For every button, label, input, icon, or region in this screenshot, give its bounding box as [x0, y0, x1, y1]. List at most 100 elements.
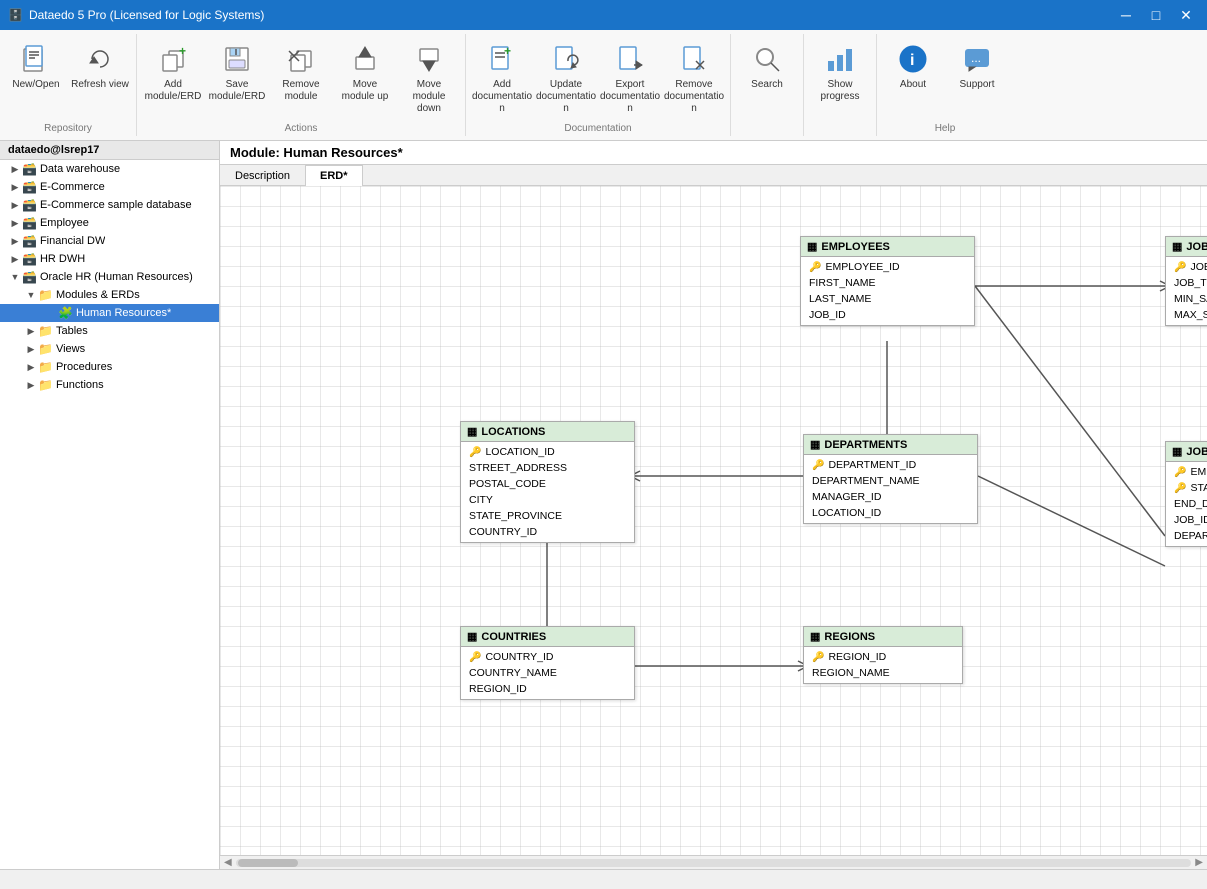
main-layout: dataedo@lsrep17 ▶ 🗃️ Data warehouse ▶ 🗃️…: [0, 141, 1207, 869]
move-down-button[interactable]: Move module down: [397, 36, 461, 120]
window-controls[interactable]: ─ □ ✕: [1113, 5, 1199, 25]
svg-text:i: i: [910, 52, 914, 69]
tabs: Description ERD*: [220, 165, 1207, 186]
tree-toggle-data-warehouse: ▶: [8, 162, 22, 176]
section-label-search: [731, 133, 803, 136]
section-label-help: Help: [877, 122, 1013, 136]
module-title: Module: Human Resources*: [220, 141, 1207, 165]
erd-field: END_DATE: [1166, 496, 1207, 512]
erd-connections: [220, 186, 1207, 855]
erd-table-locations[interactable]: ▦ LOCATIONS 🔑 LOCATION_ID STREET_ADDRESS…: [460, 421, 635, 543]
svg-text:+: +: [179, 44, 186, 58]
erd-table-header-job-history: ▦ JOB_HISTORY: [1166, 442, 1207, 462]
erd-table-job-history[interactable]: ▦ JOB_HISTORY 🔑 EMPLOYEE_ID 🔑 START_DATE…: [1165, 441, 1207, 547]
sidebar-item-e-commerce-sample[interactable]: ▶ 🗃️ E-Commerce sample database: [0, 196, 219, 214]
horizontal-scrollbar[interactable]: ◀ ▶: [220, 855, 1207, 869]
erd-field: COUNTRY_ID: [461, 524, 634, 540]
erd-field: LOCATION_ID: [804, 505, 977, 521]
erd-field: 🔑 LOCATION_ID: [461, 444, 634, 460]
close-button[interactable]: ✕: [1173, 5, 1199, 25]
erd-table-header-employees: ▦ EMPLOYEES: [801, 237, 974, 257]
sidebar-header: dataedo@lsrep17: [0, 141, 219, 160]
erd-table-jobs[interactable]: ▦ JOBS 🔑 JOB_ID JOB_TITLE MIN_SALARY: [1165, 236, 1207, 326]
erd-field: DEPARTMENT_ID: [1166, 528, 1207, 544]
title-bar: 🗄️ Dataedo 5 Pro (Licensed for Logic Sys…: [0, 0, 1207, 30]
section-label-documentation: Documentation: [466, 122, 730, 136]
erd-table-header-regions: ▦ REGIONS: [804, 627, 962, 647]
erd-table-employees[interactable]: ▦ EMPLOYEES 🔑 EMPLOYEE_ID FIRST_NAME LAS…: [800, 236, 975, 326]
maximize-button[interactable]: □: [1143, 5, 1169, 25]
sidebar-item-e-commerce[interactable]: ▶ 🗃️ E-Commerce: [0, 178, 219, 196]
content-area: Module: Human Resources* Description ERD…: [220, 141, 1207, 869]
search-button[interactable]: Search: [735, 36, 799, 131]
erd-table-header-countries: ▦ COUNTRIES: [461, 627, 634, 647]
show-progress-button[interactable]: Show progress: [808, 36, 872, 131]
erd-field: DEPARTMENT_NAME: [804, 473, 977, 489]
svg-text:+: +: [504, 44, 511, 58]
remove-doc-button[interactable]: Remove documentation: [662, 36, 726, 120]
erd-field: JOB_TITLE: [1166, 275, 1207, 291]
erd-field: 🔑 EMPLOYEE_ID: [1166, 464, 1207, 480]
erd-field: REGION_NAME: [804, 665, 962, 681]
section-label-progress: [804, 133, 876, 136]
about-button[interactable]: i About: [881, 36, 945, 120]
sidebar-item-tables[interactable]: ▶ 📁 Tables: [0, 322, 219, 340]
tab-description[interactable]: Description: [220, 165, 305, 186]
sidebar-item-oracle-hr[interactable]: ▼ 🗃️ Oracle HR (Human Resources): [0, 268, 219, 286]
update-doc-button[interactable]: Update documentation: [534, 36, 598, 120]
toolbar-section-actions: + Add module/ERD Save module/E: [137, 34, 466, 136]
erd-table-header-jobs: ▦ JOBS: [1166, 237, 1207, 257]
erd-field: CITY: [461, 492, 634, 508]
sidebar-item-human-resources[interactable]: 🧩 Human Resources*: [0, 304, 219, 322]
refresh-button[interactable]: Refresh view: [68, 36, 132, 120]
erd-table-departments[interactable]: ▦ DEPARTMENTS 🔑 DEPARTMENT_ID DEPARTMENT…: [803, 434, 978, 524]
section-label-repository: Repository: [0, 122, 136, 136]
new-open-button[interactable]: New/Open: [4, 36, 68, 120]
move-up-button[interactable]: Move module up: [333, 36, 397, 120]
sidebar-item-modules-erds[interactable]: ▼ 📁 Modules & ERDs: [0, 286, 219, 304]
erd-field: POSTAL_CODE: [461, 476, 634, 492]
add-doc-button[interactable]: + Add documentation: [470, 36, 534, 120]
toolbar-section-help: i About ... Support Help: [877, 34, 1013, 136]
erd-field: JOB_ID: [801, 307, 974, 323]
erd-table-regions[interactable]: ▦ REGIONS 🔑 REGION_ID REGION_NAME: [803, 626, 963, 684]
erd-table-header-departments: ▦ DEPARTMENTS: [804, 435, 977, 455]
erd-table-header-locations: ▦ LOCATIONS: [461, 422, 634, 442]
add-module-button[interactable]: + Add module/ERD: [141, 36, 205, 120]
erd-field: 🔑 DEPARTMENT_ID: [804, 457, 977, 473]
toolbar: New/Open Refresh view Repository: [0, 30, 1207, 141]
sidebar-item-financial-dw[interactable]: ▶ 🗃️ Financial DW: [0, 232, 219, 250]
erd-field: 🔑 EMPLOYEE_ID: [801, 259, 974, 275]
erd-field: REGION_ID: [461, 681, 634, 697]
svg-text:...: ...: [971, 51, 981, 65]
sidebar-item-hr-dwh[interactable]: ▶ 🗃️ HR DWH: [0, 250, 219, 268]
minimize-button[interactable]: ─: [1113, 5, 1139, 25]
tab-erd[interactable]: ERD*: [305, 165, 363, 186]
erd-field: MIN_SALARY: [1166, 291, 1207, 307]
toolbar-section-documentation: + Add documentation Update documentation: [466, 34, 731, 136]
erd-field: 🔑 START_DATE: [1166, 480, 1207, 496]
sidebar-item-data-warehouse[interactable]: ▶ 🗃️ Data warehouse: [0, 160, 219, 178]
app-icon: 🗄️: [8, 8, 23, 22]
sidebar-item-procedures[interactable]: ▶ 📁 Procedures: [0, 358, 219, 376]
erd-field: STREET_ADDRESS: [461, 460, 634, 476]
erd-field: JOB_ID: [1166, 512, 1207, 528]
toolbar-section-search: Search: [731, 34, 804, 136]
sidebar-item-functions[interactable]: ▶ 📁 Functions: [0, 376, 219, 394]
erd-field: STATE_PROVINCE: [461, 508, 634, 524]
erd-table-countries[interactable]: ▦ COUNTRIES 🔑 COUNTRY_ID COUNTRY_NAME RE…: [460, 626, 635, 700]
sidebar-item-employee[interactable]: ▶ 🗃️ Employee: [0, 214, 219, 232]
erd-canvas[interactable]: ▦ EMPLOYEES 🔑 EMPLOYEE_ID FIRST_NAME LAS…: [220, 186, 1207, 855]
erd-field: LAST_NAME: [801, 291, 974, 307]
erd-field: FIRST_NAME: [801, 275, 974, 291]
support-button[interactable]: ... Support: [945, 36, 1009, 120]
export-doc-button[interactable]: Export documentation: [598, 36, 662, 120]
remove-module-button[interactable]: Remove module: [269, 36, 333, 120]
erd-field: 🔑 JOB_ID: [1166, 259, 1207, 275]
sidebar-item-views[interactable]: ▶ 📁 Views: [0, 340, 219, 358]
app-title: Dataedo 5 Pro (Licensed for Logic System…: [29, 8, 264, 22]
erd-field: 🔑 COUNTRY_ID: [461, 649, 634, 665]
status-bar: [0, 869, 1207, 889]
erd-field: 🔑 REGION_ID: [804, 649, 962, 665]
save-module-button[interactable]: Save module/ERD: [205, 36, 269, 120]
